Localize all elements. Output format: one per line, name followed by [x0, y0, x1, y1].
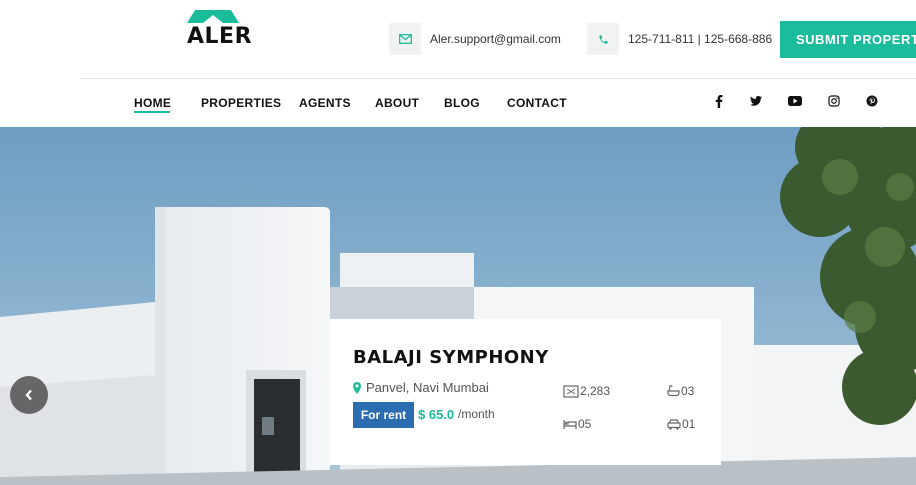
nav-contact[interactable]: CONTACT: [507, 96, 567, 110]
brand-logo[interactable]: ALER: [187, 10, 252, 50]
chevron-left-icon: [25, 389, 32, 401]
envelope-icon: [389, 23, 421, 55]
phone-text: 125-711-811 | 125-668-886: [628, 32, 773, 46]
property-location: Panvel, Navi Mumbai: [353, 380, 489, 395]
roof-icon: [187, 10, 239, 23]
bed-value: 05: [578, 417, 592, 431]
bath-value: 03: [681, 384, 695, 398]
property-price: $ 65.0: [418, 407, 455, 422]
phone-contact[interactable]: 125-711-811 | 125-668-886: [587, 23, 772, 55]
area-icon: [563, 384, 579, 398]
bed-icon: [563, 419, 577, 429]
nav-agents[interactable]: AGENTS: [299, 96, 351, 110]
bathtub-icon: [667, 385, 680, 397]
property-card[interactable]: BALAJI SYMPHONY Panvel, Navi Mumbai For …: [330, 319, 721, 465]
phone-icon: [587, 23, 619, 55]
area-value: 2,283: [580, 384, 611, 398]
nav-home[interactable]: HOME: [134, 96, 171, 110]
instagram-icon[interactable]: [827, 94, 841, 108]
area-feature: 2,283: [563, 384, 610, 398]
submit-property-button[interactable]: SUBMIT PROPERTY: [780, 21, 916, 58]
price-period: /month: [458, 407, 495, 421]
property-title[interactable]: BALAJI SYMPHONY: [353, 347, 549, 368]
garage-feature: 01: [667, 417, 695, 431]
status-badge: For rent: [353, 402, 414, 428]
header-divider: [80, 78, 916, 79]
facebook-icon[interactable]: [712, 94, 726, 108]
bed-feature: 05: [563, 417, 591, 431]
active-nav-indicator: [134, 111, 170, 113]
twitter-icon[interactable]: [749, 94, 763, 108]
email-contact[interactable]: Aler.support@gmail.com: [389, 23, 561, 55]
slider-prev-button[interactable]: [10, 376, 48, 414]
email-text: Aler.support@gmail.com: [430, 32, 561, 46]
youtube-icon[interactable]: [788, 94, 802, 108]
nav-properties[interactable]: PROPERTIES: [201, 96, 281, 110]
car-icon: [667, 418, 681, 430]
garage-value: 01: [682, 417, 696, 431]
brand-name: ALER: [187, 24, 253, 49]
nav-about[interactable]: ABOUT: [375, 96, 419, 110]
location-text: Panvel, Navi Mumbai: [366, 380, 489, 395]
map-pin-icon: [353, 381, 361, 394]
bath-feature: 03: [667, 384, 694, 398]
nav-blog[interactable]: BLOG: [444, 96, 480, 110]
pinterest-icon[interactable]: [865, 94, 879, 108]
